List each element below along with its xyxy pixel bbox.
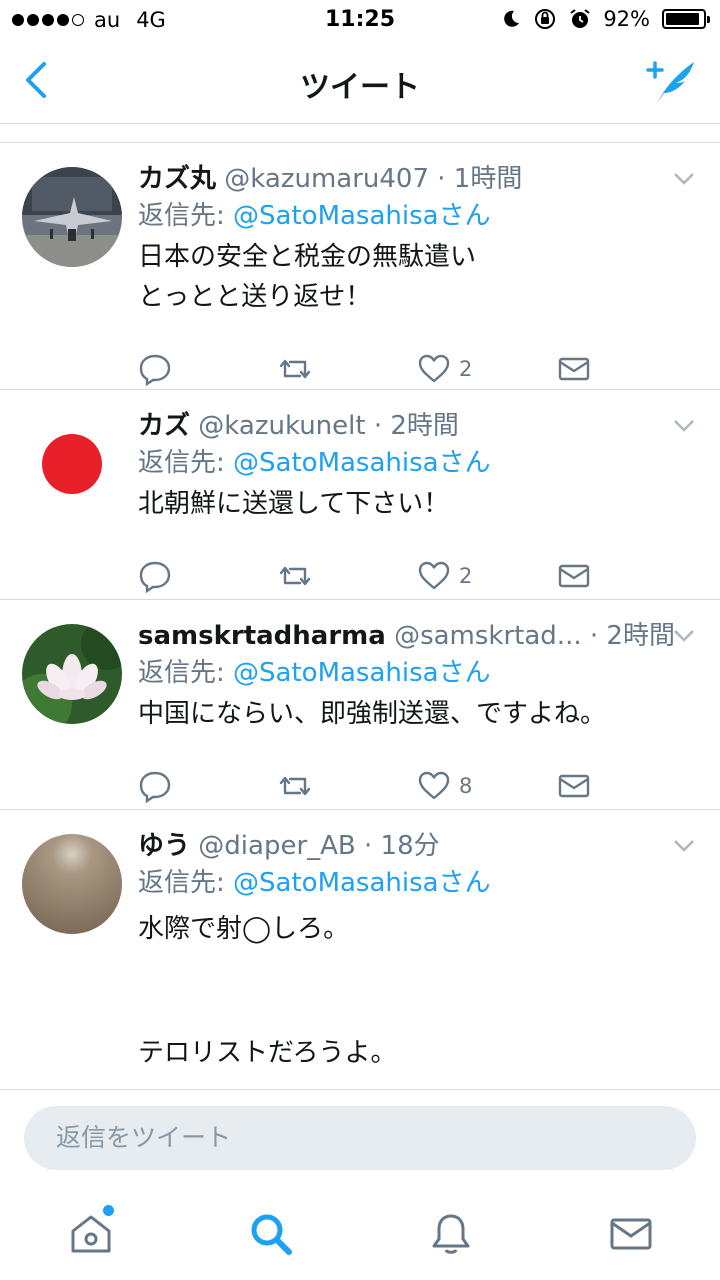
reply-input[interactable]: 返信をツイート	[24, 1106, 696, 1170]
reply-to-label: 返信先:	[138, 201, 234, 231]
direct-message-button[interactable]	[557, 769, 697, 803]
tweet[interactable]: カズ丸 @kazumaru407 · 1時間 返信先: @SatoMasahis…	[0, 143, 720, 390]
tweet-time: · 2時間	[373, 411, 459, 441]
tweet-time: · 18分	[364, 831, 440, 861]
reply-to-line: 返信先: @SatoMasahisaさん	[138, 197, 696, 235]
mail-icon	[558, 564, 589, 588]
author-handle: @kazukunelt	[198, 411, 366, 441]
like-button[interactable]: 2	[417, 559, 557, 593]
chevron-down-icon[interactable]	[672, 171, 696, 187]
reply-to-line: 返信先: @SatoMasahisaさん	[138, 654, 696, 692]
retweet-button[interactable]	[278, 769, 418, 803]
mention-link[interactable]: @SatoMasahisaさん	[233, 201, 491, 231]
like-count: 8	[459, 774, 473, 798]
page-title: ツイート	[300, 70, 420, 105]
tweet[interactable]: カズ @kazukunelt · 2時間 返信先: @SatoMasahisaさ…	[0, 390, 720, 600]
direct-message-button[interactable]	[557, 559, 697, 593]
reply-to-label: 返信先:	[138, 868, 234, 898]
mention-link[interactable]: @SatoMasahisaさん	[233, 658, 491, 688]
author-name[interactable]: samskrtadharma	[138, 621, 386, 651]
fighter-jet-avatar[interactable]	[22, 167, 122, 267]
author-handle: @samskrtad...	[394, 621, 582, 651]
search-icon	[251, 1214, 292, 1255]
reply-button[interactable]	[138, 559, 278, 593]
mail-icon	[558, 774, 589, 798]
tweet-time: · 1時間	[437, 164, 523, 194]
heart-icon	[418, 561, 450, 590]
reply-button[interactable]	[138, 352, 278, 386]
tweet-text: 日本の安全と税金の無駄遣い とっとと送り返せ！	[138, 242, 477, 312]
status-bar: au 4G 11:25 92%	[0, 0, 720, 40]
tweet-text: 北朝鮮に送還して下さい！	[138, 489, 450, 519]
tweet-text: 中国にならい、即強制送還、ですよね。	[138, 699, 607, 729]
messages-icon	[610, 1218, 652, 1250]
mail-icon	[558, 357, 589, 381]
tweet[interactable]: samskrtadharma @samskrtad... · 2時間 返信先: …	[0, 600, 720, 810]
messages-tab[interactable]	[608, 1211, 654, 1257]
retweet-button[interactable]	[278, 559, 418, 593]
compose-tweet-icon[interactable]	[644, 56, 700, 106]
new-content-dot	[103, 1205, 114, 1216]
notifications-icon	[432, 1214, 470, 1254]
author-name[interactable]: カズ	[138, 411, 190, 441]
battery-icon	[662, 9, 710, 29]
timeline-gap	[0, 125, 720, 143]
reply-timeline: カズ丸 @kazumaru407 · 1時間 返信先: @SatoMasahis…	[0, 125, 720, 1089]
lotus-flower-avatar[interactable]	[22, 624, 122, 724]
tweet-time: · 2時間	[589, 621, 675, 651]
reply-icon	[139, 561, 171, 593]
retweet-icon	[279, 776, 310, 796]
tweet-text: 水際で射◯しろ。 テロリストだろうよ。 男八人で冬の日本海を越えてくるって普通	[138, 914, 397, 1068]
reply-icon	[139, 354, 171, 386]
battery-percent: 92%	[603, 7, 650, 31]
chevron-down-icon[interactable]	[672, 628, 696, 644]
rotation-lock-icon	[535, 9, 556, 29]
like-button[interactable]: 8	[417, 769, 557, 803]
author-name[interactable]: ゆう	[138, 831, 190, 861]
author-handle: @diaper_AB	[198, 831, 356, 861]
tweet[interactable]: ゆう @diaper_AB · 18分 返信先: @SatoMasahisaさん…	[0, 810, 720, 1089]
reply-to-line: 返信先: @SatoMasahisaさん	[138, 864, 696, 902]
author-handle: @kazumaru407	[224, 164, 429, 194]
heart-icon	[418, 771, 450, 800]
chevron-down-icon[interactable]	[672, 418, 696, 434]
mention-link[interactable]: @SatoMasahisaさん	[233, 448, 491, 478]
home-tab[interactable]	[68, 1205, 114, 1257]
direct-message-button[interactable]	[557, 352, 697, 386]
moon-icon	[504, 10, 520, 27]
author-name[interactable]: カズ丸	[138, 164, 216, 194]
reply-to-label: 返信先:	[138, 658, 234, 688]
search-tab[interactable]	[248, 1211, 294, 1257]
navigation-bar: ツイート	[0, 40, 720, 124]
plain-brown-avatar[interactable]	[22, 834, 122, 934]
mention-link[interactable]: @SatoMasahisaさん	[233, 868, 491, 898]
like-button[interactable]: 2	[417, 352, 557, 386]
tab-bar	[0, 1187, 720, 1280]
reply-to-label: 返信先:	[138, 448, 234, 478]
reply-to-line: 返信先: @SatoMasahisaさん	[138, 444, 696, 482]
retweet-icon	[279, 566, 310, 586]
alarm-icon	[570, 9, 590, 28]
like-count: 2	[459, 357, 473, 381]
retweet-icon	[279, 359, 310, 379]
reply-button[interactable]	[138, 769, 278, 803]
heart-icon	[418, 354, 450, 383]
like-count: 2	[459, 564, 473, 588]
reply-bar: 返信をツイート	[0, 1089, 720, 1187]
japan-flag-avatar[interactable]	[22, 414, 122, 514]
chevron-down-icon[interactable]	[672, 838, 696, 854]
reply-icon	[139, 771, 171, 803]
retweet-button[interactable]	[278, 352, 418, 386]
notifications-tab[interactable]	[428, 1211, 474, 1257]
home-icon	[71, 1215, 111, 1253]
